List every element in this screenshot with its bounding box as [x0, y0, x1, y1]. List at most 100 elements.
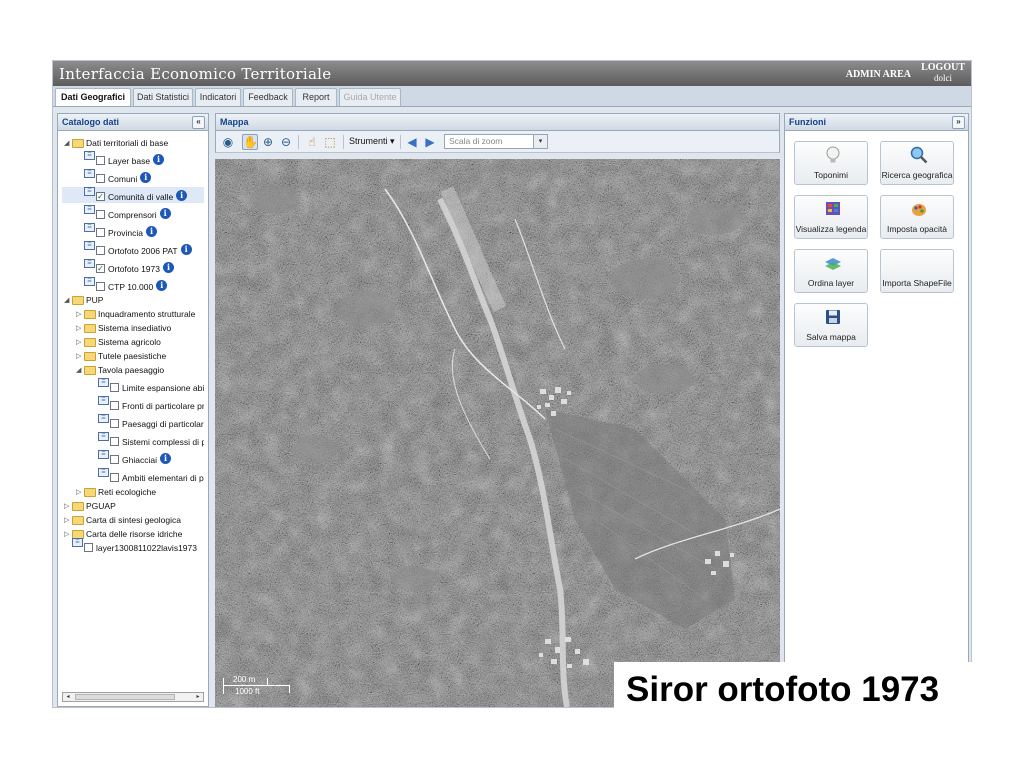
- zoom-scale-select[interactable]: Scala di zoom ▾: [444, 134, 548, 149]
- layer-checkbox[interactable]: [110, 383, 119, 392]
- info-icon[interactable]: i: [180, 244, 192, 255]
- layer-checkbox[interactable]: [110, 401, 119, 410]
- legend-icon[interactable]: ☰: [84, 151, 95, 160]
- chevron-down-icon[interactable]: ▾: [533, 135, 547, 148]
- tree-folder-tavola-paesaggio[interactable]: ◢ Tavola paesaggio: [76, 364, 204, 378]
- layer-ctp-10000[interactable]: ☰ CTP 10.000 i: [84, 277, 204, 293]
- legend-icon[interactable]: ☰: [98, 414, 109, 423]
- info-icon[interactable]: i: [159, 208, 171, 219]
- layer-lavis-1973[interactable]: ☰ layer1300811022lavis1973: [72, 538, 206, 554]
- tab-indicatori[interactable]: Indicatori: [195, 88, 241, 106]
- pan-hand-icon[interactable]: ✋: [242, 134, 258, 150]
- info-icon[interactable]: i: [140, 172, 152, 183]
- tree-folder-sistema-insediativo[interactable]: ▷ Sistema insediativo: [76, 322, 204, 336]
- layer-ortofoto-1973[interactable]: ☰ ✓ Ortofoto 1973 i: [84, 259, 204, 275]
- layer-paesaggi-particolare[interactable]: ☰ Paesaggi di particolare: [98, 414, 204, 430]
- scroll-thumb[interactable]: [75, 694, 175, 700]
- info-icon[interactable]: i: [153, 154, 165, 165]
- tree-folder-reti-ecologiche[interactable]: ▷ Reti ecologiche: [76, 486, 204, 500]
- tree-folder-tutele-paesistiche[interactable]: ▷ Tutele paesistiche: [76, 350, 204, 364]
- info-icon[interactable]: i: [162, 262, 174, 273]
- layer-ghiacciai[interactable]: ☰ Ghiacciai i: [98, 450, 204, 466]
- info-icon[interactable]: i: [159, 453, 171, 464]
- layer-checkbox[interactable]: [110, 437, 119, 446]
- info-icon[interactable]: i: [176, 190, 188, 201]
- salva-mappa-button[interactable]: Salva mappa: [794, 303, 868, 347]
- legend-icon[interactable]: ☰: [98, 468, 109, 477]
- folder-icon: [84, 324, 96, 333]
- layer-comuni[interactable]: ☰ Comuni i: [84, 169, 204, 185]
- layer-fronti-particolare[interactable]: ☰ Fronti di particolare pre: [98, 396, 204, 412]
- legend-icon[interactable]: ☰: [84, 241, 95, 250]
- zoom-in-icon[interactable]: ⊕: [260, 134, 276, 150]
- map-scale-bar: 200 m 1000 ft: [221, 675, 291, 701]
- tab-report[interactable]: Report: [295, 88, 337, 106]
- history-back-icon[interactable]: ◀: [404, 134, 420, 150]
- layer-checkbox[interactable]: [110, 473, 119, 482]
- strumenti-menu[interactable]: Strumenti ▾: [349, 136, 395, 147]
- expanded-arrow-icon: ◢: [64, 140, 70, 147]
- layer-limite-espansione[interactable]: ☰ Limite espansione abit: [98, 378, 204, 394]
- importa-shapefile-button[interactable]: Importa ShapeFile: [880, 249, 954, 293]
- layer-ortofoto-2006[interactable]: ☰ Ortofoto 2006 PAT i: [84, 241, 208, 257]
- layer-checkbox[interactable]: [110, 455, 119, 464]
- layer-provincia[interactable]: ☰ Provincia i: [84, 223, 204, 239]
- toponimi-button[interactable]: Toponimi: [794, 141, 868, 185]
- tree-folder-sistema-agricolo[interactable]: ▷ Sistema agricolo: [76, 336, 204, 350]
- layer-checkbox[interactable]: [110, 419, 119, 428]
- scroll-left-icon[interactable]: ◂: [63, 693, 73, 701]
- layer-checkbox[interactable]: [96, 156, 105, 165]
- collapse-left-icon[interactable]: «: [192, 116, 205, 129]
- history-forward-icon[interactable]: ▶: [422, 134, 438, 150]
- legend-icon[interactable]: ☰: [84, 223, 95, 232]
- layer-checkbox[interactable]: [96, 228, 105, 237]
- admin-area-link[interactable]: ADMIN AREA: [846, 69, 911, 80]
- tab-dati-statistici[interactable]: Dati Statistici: [133, 88, 193, 106]
- layer-checkbox[interactable]: [96, 282, 105, 291]
- layer-checkbox[interactable]: [96, 246, 105, 255]
- collapse-right-icon[interactable]: »: [952, 116, 965, 129]
- layer-checkbox-checked[interactable]: ✓: [96, 264, 105, 273]
- ricerca-geografica-button[interactable]: Ricerca geografica: [880, 141, 954, 185]
- info-icon[interactable]: i: [156, 280, 168, 291]
- layer-sistemi-complessi[interactable]: ☰ Sistemi complessi di pa: [98, 432, 204, 448]
- zoom-extent-icon[interactable]: ◉: [220, 134, 236, 150]
- collapsed-arrow-icon: ▷: [76, 339, 82, 346]
- legend-icon[interactable]: ☰: [84, 169, 95, 178]
- layer-layer-base[interactable]: ☰ Layer base i: [84, 151, 204, 167]
- scroll-right-icon[interactable]: ▸: [193, 693, 203, 701]
- select-icon[interactable]: ⬚: [322, 134, 338, 150]
- legend-icon[interactable]: ☰: [84, 205, 95, 214]
- layer-ambiti-elementari[interactable]: ☰ Ambiti elementari di pa: [98, 468, 204, 484]
- layer-comunita-di-valle[interactable]: ☰ ✓ Comunità di valle i: [62, 187, 204, 203]
- legend-icon[interactable]: ☰: [72, 538, 83, 547]
- imposta-opacita-button[interactable]: Imposta opacità: [880, 195, 954, 239]
- legend-icon[interactable]: ☰: [84, 259, 95, 268]
- legend-icon[interactable]: ☰: [98, 396, 109, 405]
- info-icon[interactable]: i: [145, 226, 157, 237]
- zoom-out-icon[interactable]: ⊖: [278, 134, 294, 150]
- layer-comprensori[interactable]: ☰ Comprensori i: [84, 205, 204, 221]
- legend-icon[interactable]: ☰: [98, 450, 109, 459]
- catalog-horizontal-scrollbar[interactable]: ◂ ▸: [62, 692, 204, 702]
- ordina-layer-button[interactable]: Ordina layer: [794, 249, 868, 293]
- tab-feedback[interactable]: Feedback: [243, 88, 293, 106]
- tree-folder-inquadramento[interactable]: ▷ Inquadramento strutturale: [76, 308, 204, 322]
- map-canvas[interactable]: 200 m 1000 ft: [215, 159, 780, 707]
- legend-icon[interactable]: ☰: [98, 378, 109, 387]
- legend-icon[interactable]: ☰: [98, 432, 109, 441]
- layer-checkbox-checked[interactable]: ✓: [96, 192, 105, 201]
- tab-dati-geografici[interactable]: Dati Geografici: [55, 88, 131, 106]
- tree-folder-pguap[interactable]: ▷ PGUAP: [64, 500, 204, 514]
- tree-folder-dati-territoriali[interactable]: ◢ Dati territoriali di base: [64, 137, 204, 151]
- logout-link[interactable]: LOGOUT: [921, 63, 965, 73]
- identify-icon[interactable]: ☝: [304, 134, 320, 150]
- tree-folder-pup[interactable]: ◢ PUP: [64, 294, 204, 308]
- layer-checkbox[interactable]: [96, 210, 105, 219]
- legend-icon[interactable]: ☰: [84, 187, 95, 196]
- layer-checkbox[interactable]: [96, 174, 105, 183]
- tree-folder-carta-sintesi-geologica[interactable]: ▷ Carta di sintesi geologica: [64, 514, 204, 528]
- legend-icon[interactable]: ☰: [84, 277, 95, 286]
- visualizza-legenda-button[interactable]: Visualizza legenda: [794, 195, 868, 239]
- layer-checkbox[interactable]: [84, 543, 93, 552]
